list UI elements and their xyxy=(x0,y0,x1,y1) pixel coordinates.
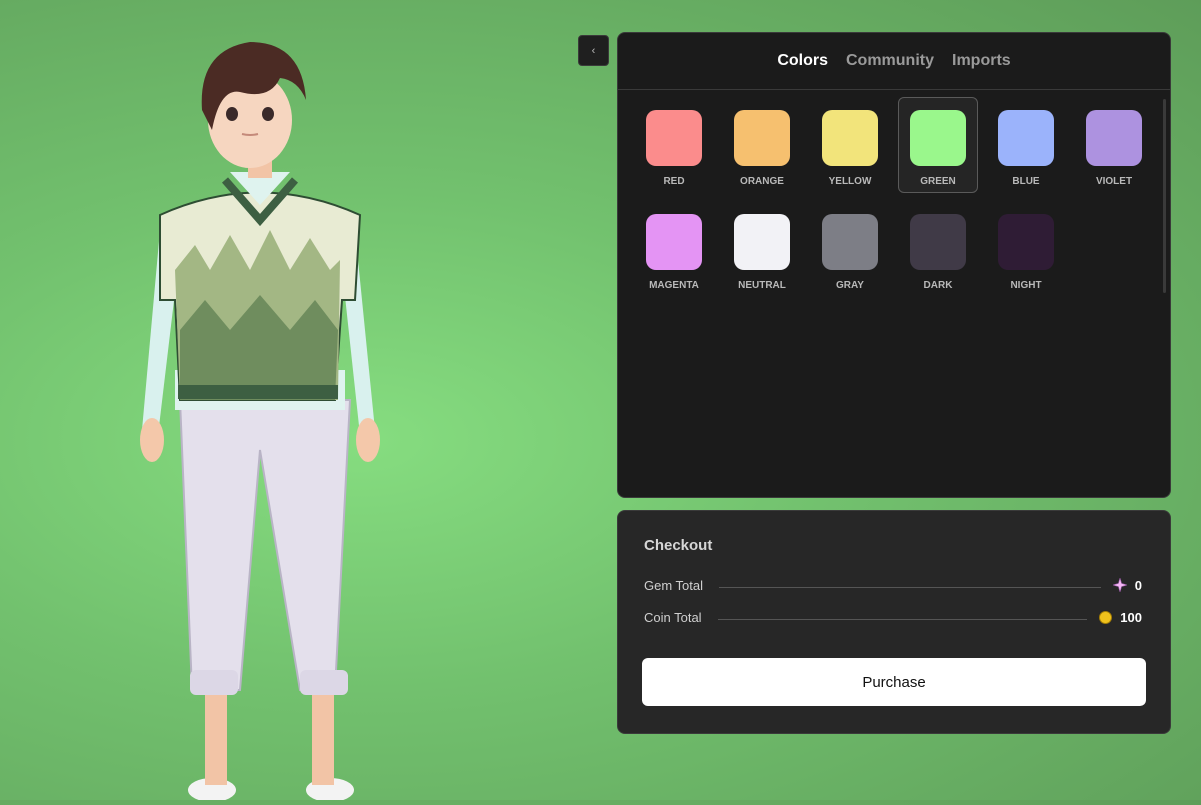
color-swatch xyxy=(646,110,702,166)
chevron-left-icon: ‹ xyxy=(591,44,596,57)
color-label: VIOLET xyxy=(1095,176,1133,187)
color-label: RED xyxy=(663,176,685,187)
color-option-red[interactable]: RED xyxy=(634,97,714,193)
gem-total-value: 0 xyxy=(1134,577,1142,593)
color-label: DARK xyxy=(923,280,953,291)
tab-colors[interactable]: Colors xyxy=(777,52,828,70)
color-option-violet[interactable]: VIOLET xyxy=(1074,97,1154,193)
coin-icon xyxy=(1099,610,1113,624)
coin-total-row: Coin Total 100 xyxy=(644,607,1142,627)
color-label: YELLOW xyxy=(828,176,872,187)
color-option-night[interactable]: NIGHT xyxy=(986,201,1066,297)
coin-total-value: 100 xyxy=(1120,609,1142,625)
color-option-yellow[interactable]: YELLOW xyxy=(810,97,890,193)
color-option-orange[interactable]: ORANGE xyxy=(722,97,802,193)
color-option-dark[interactable]: DARK xyxy=(898,201,978,297)
checkout-title: Checkout xyxy=(644,537,713,554)
color-label: GREEN xyxy=(920,176,956,187)
color-option-neutral[interactable]: NEUTRAL xyxy=(722,201,802,297)
tab-bar: Colors Community Imports xyxy=(618,33,1170,90)
panel-scrollbar[interactable] xyxy=(1163,99,1166,293)
color-swatch xyxy=(822,214,878,270)
color-label: NEUTRAL xyxy=(738,280,786,291)
color-label: NIGHT xyxy=(1010,280,1042,291)
color-option-gray[interactable]: GRAY xyxy=(810,201,890,297)
color-label: MAGENTA xyxy=(649,280,699,291)
color-swatch xyxy=(822,110,878,166)
collapse-panel-button[interactable]: ‹ xyxy=(578,35,609,66)
color-swatch xyxy=(998,214,1054,270)
color-option-green[interactable]: GREEN xyxy=(898,97,978,193)
avatar-preview xyxy=(120,30,400,802)
purchase-button[interactable]: Purchase xyxy=(642,658,1146,706)
color-label: ORANGE xyxy=(740,176,784,187)
tab-community[interactable]: Community xyxy=(846,52,934,70)
divider xyxy=(717,618,1088,620)
gem-total-label: Gem Total xyxy=(644,577,704,593)
color-panel: Colors Community Imports RED ORANGE YELLOW… xyxy=(617,32,1171,498)
color-label: BLUE xyxy=(1012,176,1040,187)
checkout-panel: Checkout Gem Total 0 Coin Total 100 Purc… xyxy=(617,510,1171,734)
color-swatch xyxy=(646,214,702,270)
tab-imports[interactable]: Imports xyxy=(952,52,1011,70)
color-swatch xyxy=(910,214,966,270)
color-swatch xyxy=(998,110,1054,166)
coin-total-label: Coin Total xyxy=(644,609,702,625)
gem-total-row: Gem Total 0 xyxy=(644,575,1142,595)
divider xyxy=(719,586,1101,588)
color-swatch xyxy=(910,110,966,166)
color-label: GRAY xyxy=(836,280,864,291)
gem-sparkle-icon xyxy=(1112,578,1127,592)
color-swatch xyxy=(734,214,790,270)
color-option-magenta[interactable]: MAGENTA xyxy=(634,201,714,297)
color-grid: RED ORANGE YELLOW GREEN BLUE VIOLET MAGENTA NEU… xyxy=(634,97,1154,297)
color-option-blue[interactable]: BLUE xyxy=(986,97,1066,193)
color-swatch xyxy=(1086,110,1142,166)
color-swatch xyxy=(734,110,790,166)
